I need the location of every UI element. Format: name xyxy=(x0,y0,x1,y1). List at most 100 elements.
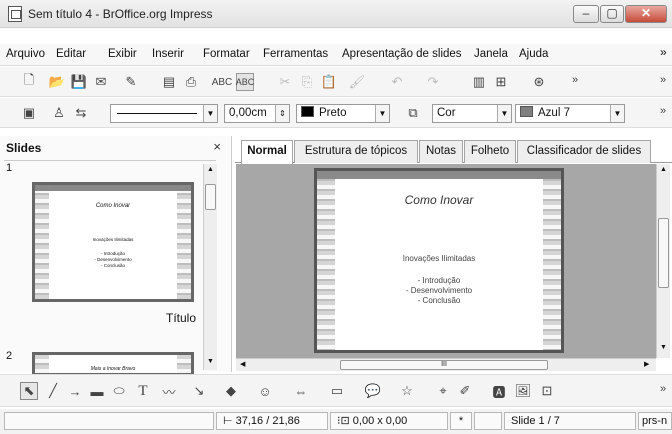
area-style-select[interactable]: Cor ▼ xyxy=(432,104,512,123)
menu-bar: Arquivo Editar Exibir Inserir Formatar F… xyxy=(0,44,672,66)
spellcheck-icon[interactable]: ABC xyxy=(212,73,233,91)
scroll-up-icon[interactable]: ▲ xyxy=(660,166,667,173)
text-tool-icon[interactable]: T xyxy=(134,382,152,400)
line-color-swatch xyxy=(301,106,314,117)
line-icon[interactable]: ♙ xyxy=(50,104,68,122)
chart-icon[interactable]: ▥ xyxy=(470,73,488,91)
line-width-field[interactable]: 0,00cm ⇕ xyxy=(224,104,290,123)
navigator-icon[interactable]: ⊛ xyxy=(530,73,548,91)
export-pdf-icon[interactable]: ▤ xyxy=(160,73,178,91)
line-tool-icon[interactable]: ╱ xyxy=(44,382,62,400)
tab-notas[interactable]: Notas xyxy=(419,140,463,163)
tab-folheto[interactable]: Folheto xyxy=(464,140,516,163)
from-file-icon[interactable]: 🖼 xyxy=(514,382,532,400)
toolbar-overflow-icon[interactable]: » xyxy=(654,380,672,398)
scroll-down-icon[interactable]: ▼ xyxy=(660,344,667,351)
line-width-value: 0,00cm xyxy=(229,107,267,119)
status-signature[interactable] xyxy=(474,412,502,430)
menu-arquivo[interactable]: Arquivo xyxy=(6,48,45,60)
print-icon[interactable]: ⎙ xyxy=(182,73,200,91)
menu-formatar[interactable]: Formatar xyxy=(203,48,250,60)
scroll-left-icon[interactable]: ◀ xyxy=(240,360,245,368)
slide-thumbnail-2[interactable]: Mais a Inovar Bravo xyxy=(32,352,194,376)
menu-exibir[interactable]: Exibir xyxy=(108,48,137,60)
fontwork-icon[interactable]: 🅰 xyxy=(490,382,508,400)
open-icon[interactable]: 📂 xyxy=(48,73,66,91)
glue-points-icon[interactable]: ✐ xyxy=(456,382,474,400)
select-arrow-icon[interactable]: ⬉ xyxy=(20,382,38,400)
menu-apresentacao[interactable]: Apresentação de slides xyxy=(342,48,462,60)
window-title: Sem título 4 - BrOffice.org Impress xyxy=(28,7,213,21)
arrow-line-icon[interactable]: → xyxy=(66,382,84,400)
autospellcheck-icon[interactable]: ABC xyxy=(236,73,254,91)
menu-editar[interactable]: Editar xyxy=(56,48,86,60)
spin-icon: ⇕ xyxy=(275,105,289,122)
gallery-icon[interactable]: ⊡ xyxy=(538,382,556,400)
email-icon[interactable]: ✉ xyxy=(92,73,110,91)
paste-icon[interactable]: 📋 xyxy=(320,73,338,91)
slides-panel-title: Slides xyxy=(6,141,42,155)
table-icon[interactable]: ⊞ xyxy=(492,73,510,91)
scroll-up-icon[interactable]: ▲ xyxy=(207,166,214,173)
slide-thumbnail-1[interactable]: Como Inovar Inovações Ilimitadas - Intro… xyxy=(32,182,194,302)
rectangle-icon[interactable]: ▬ xyxy=(88,382,106,400)
scroll-thumb[interactable]: III xyxy=(340,360,548,370)
current-slide[interactable]: Como Inovar Inovações Ilimitadas - Intro… xyxy=(314,168,564,353)
toolbar-right-overflow-icon[interactable]: » xyxy=(654,71,672,89)
status-modified[interactable]: * xyxy=(450,412,472,430)
toolbar-overflow-icon[interactable]: » xyxy=(566,71,584,89)
symbol-shapes-icon[interactable]: ☺ xyxy=(256,382,274,400)
connector-icon[interactable]: ↘ xyxy=(190,382,208,400)
close-button[interactable]: ✕ xyxy=(625,5,667,23)
slide-layout-icon[interactable]: ▣ xyxy=(20,104,38,122)
size-icon: ⁝⊡ xyxy=(337,415,353,427)
scroll-down-icon[interactable]: ▼ xyxy=(207,358,214,365)
work-vertical-scrollbar[interactable]: ▲ ▼ xyxy=(656,164,670,358)
line-color-select[interactable]: Preto ▼ xyxy=(296,104,390,123)
area-fill-icon[interactable]: ⧉ xyxy=(404,104,422,122)
minimize-button[interactable]: – xyxy=(573,5,599,23)
save-icon[interactable]: 💾 xyxy=(70,73,88,91)
slides-scrollbar[interactable]: ▲ ▼ xyxy=(203,164,217,370)
format-paintbrush-icon[interactable]: 🖌 xyxy=(348,73,366,91)
undo-icon[interactable]: ↶ xyxy=(388,73,406,91)
title-bar: Sem título 4 - BrOffice.org Impress – ▢ … xyxy=(0,0,672,28)
callouts-icon[interactable]: 💬 xyxy=(364,382,382,400)
ellipse-icon[interactable]: ⬭ xyxy=(110,382,128,400)
position-icon: ⊢ xyxy=(223,415,236,427)
view-tabs: Normal Estrutura de tópicos Notas Folhet… xyxy=(235,138,672,164)
flowchart-icon[interactable]: ▭ xyxy=(328,382,346,400)
stars-icon[interactable]: ☆ xyxy=(398,382,416,400)
slide-item: - Desenvolvimento xyxy=(405,286,473,295)
redo-icon[interactable]: ↷ xyxy=(424,73,442,91)
maximize-button[interactable]: ▢ xyxy=(600,5,624,23)
new-document-icon[interactable]: 🗋 xyxy=(20,72,38,91)
close-panel-icon[interactable]: × xyxy=(213,139,221,154)
curve-icon[interactable]: 〰 xyxy=(160,382,178,400)
toolbar-overflow-icon[interactable]: » xyxy=(654,102,672,120)
work-horizontal-scrollbar[interactable]: ◀ III ▶ xyxy=(236,358,656,371)
tab-estrutura[interactable]: Estrutura de tópicos xyxy=(294,140,418,163)
menu-inserir[interactable]: Inserir xyxy=(152,48,184,60)
menu-ajuda[interactable]: Ajuda xyxy=(519,48,548,60)
standard-toolbar: 🗋 📂 💾 ✉ ✎ ▤ ⎙ ABC ABC ✂ ⎘ 📋 🖌 ↶ ↷ ▥ ⊞ ⊛ … xyxy=(0,67,672,97)
slide-subtitle: Inovações Ilimitadas xyxy=(402,254,476,263)
block-arrows-icon[interactable]: ⇔ xyxy=(292,382,310,400)
line-style-select[interactable]: ▼ xyxy=(110,104,218,123)
menu-ferramentas[interactable]: Ferramentas xyxy=(263,48,328,60)
copy-icon[interactable]: ⎘ xyxy=(298,73,316,91)
tab-normal[interactable]: Normal xyxy=(241,140,293,164)
scroll-right-icon[interactable]: ▶ xyxy=(644,360,649,368)
chevron-down-icon: ▼ xyxy=(375,105,389,122)
scroll-thumb[interactable] xyxy=(658,218,669,288)
area-color-select[interactable]: Azul 7 ▼ xyxy=(515,104,625,123)
scroll-thumb[interactable] xyxy=(205,184,216,210)
points-icon[interactable]: ⌖ xyxy=(434,382,452,400)
tab-classificador[interactable]: Classificador de slides xyxy=(517,140,651,163)
edit-file-icon[interactable]: ✎ xyxy=(122,73,140,91)
arrow-style-icon[interactable]: ⇆ xyxy=(72,104,90,122)
menu-expand-icon[interactable]: » xyxy=(660,45,667,59)
basic-shapes-icon[interactable]: ◆ xyxy=(222,382,240,400)
cut-icon[interactable]: ✂ xyxy=(276,73,294,91)
menu-janela[interactable]: Janela xyxy=(474,48,508,60)
